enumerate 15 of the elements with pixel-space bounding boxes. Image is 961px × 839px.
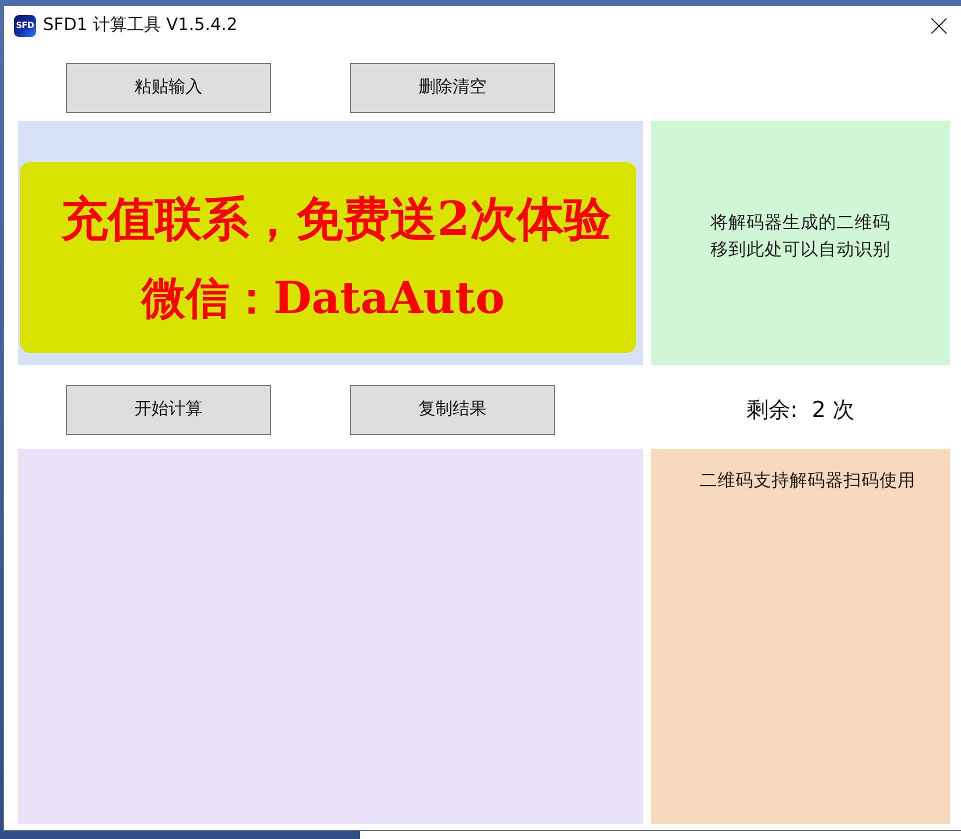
drop-hint-line: 将解码器生成的二维码 xyxy=(710,212,890,234)
promo-headline: 充值联系，免费送2次体验 xyxy=(61,196,611,243)
qr-drop-area[interactable]: 将解码器生成的二维码 移到此处可以自动识别 xyxy=(651,121,950,365)
promo-contact: 微信：DataAuto xyxy=(141,277,505,321)
input-button[interactable]: 删除清空 xyxy=(350,63,555,113)
close-icon xyxy=(931,18,947,34)
qr-panel-caption: 二维码支持解码器扫码使用 xyxy=(700,470,916,493)
window-title: SFD1 计算工具 V1.5.4.2 xyxy=(43,14,238,38)
app-logo-icon: SFD xyxy=(14,15,36,37)
input-button[interactable]: 粘贴输入 xyxy=(66,63,271,113)
action-button[interactable]: 开始计算 xyxy=(66,385,271,435)
drop-hint-line: 移到此处可以自动识别 xyxy=(710,238,890,262)
close-button[interactable] xyxy=(931,18,947,34)
remaining-count: 剩余: 2 次 xyxy=(746,396,855,424)
action-button[interactable]: 复制结果 xyxy=(350,385,555,435)
